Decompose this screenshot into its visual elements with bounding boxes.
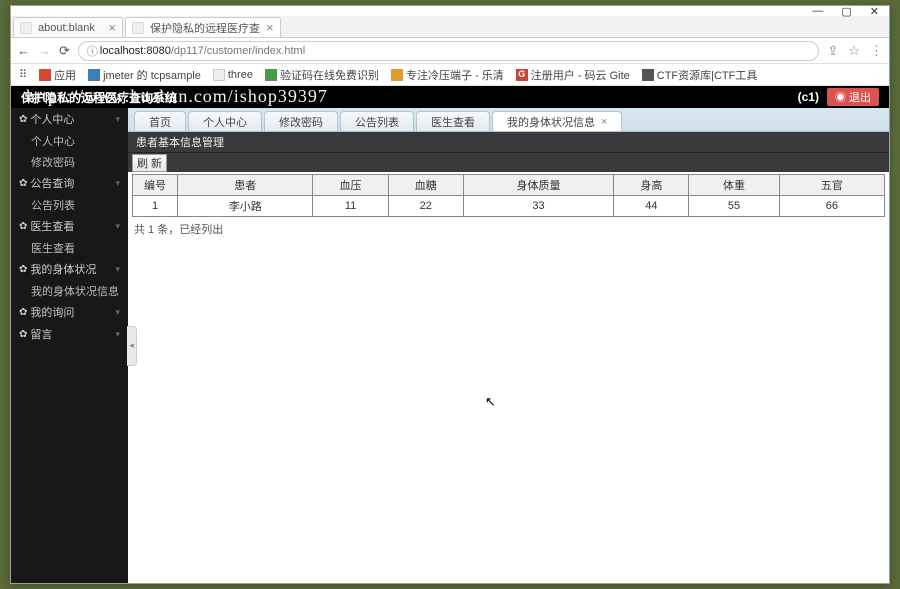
share-icon[interactable]: ⇪	[827, 43, 838, 59]
apps-icon[interactable]: ⠿	[19, 68, 27, 81]
page-icon	[132, 22, 144, 34]
sidebar-item[interactable]: 修改密码	[11, 151, 128, 172]
bookmark-item[interactable]: CTF资源库|CTF工具	[642, 67, 758, 83]
star-icon[interactable]: ☆	[848, 43, 860, 59]
link-icon: ✿	[19, 264, 27, 275]
table-cell: 55	[689, 196, 779, 217]
content-tab[interactable]: 医生查看	[416, 111, 490, 131]
content-tab[interactable]: 我的身体状况信息×	[492, 111, 622, 131]
bookmark-icon	[39, 69, 51, 81]
table-header: 体重	[689, 175, 779, 196]
browser-tab[interactable]: about:blank ×	[13, 17, 123, 37]
bookmark-icon: G	[516, 69, 528, 81]
bookmark-item[interactable]: 验证码在线免费识别	[265, 67, 379, 83]
table-header: 身高	[614, 175, 689, 196]
table-footer: 共 1 条，已经列出	[128, 217, 889, 241]
refresh-button[interactable]: 刷 新	[132, 154, 167, 172]
app-header: 保护隐私的远程医疗查询系统 https://www.huzhan.com/ish…	[11, 86, 889, 108]
back-icon[interactable]: ←	[17, 43, 30, 58]
sidebar-category[interactable]: ✿我的询问▾	[11, 301, 128, 323]
bookmark-item[interactable]: three	[213, 69, 253, 81]
info-icon: ⓘ	[87, 43, 98, 59]
table-header: 编号	[133, 175, 178, 196]
content-tab[interactable]: 修改密码	[264, 111, 338, 131]
chevron-down-icon: ▾	[115, 114, 120, 125]
address-bar[interactable]: ⓘ localhost:8080/dp117/customer/index.ht…	[78, 41, 820, 61]
close-icon[interactable]: ×	[108, 20, 116, 35]
app-title: 保护隐私的远程医疗查询系统	[21, 89, 177, 106]
sidebar-item[interactable]: 个人中心	[11, 130, 128, 151]
sidebar-collapse-handle[interactable]: ◂	[127, 326, 137, 366]
forward-icon[interactable]: →	[38, 43, 51, 58]
table-header: 血压	[313, 175, 388, 196]
sidebar-category[interactable]: ✿公告查询▾	[11, 172, 128, 194]
sidebar-category[interactable]: ✿医生查看▾	[11, 215, 128, 237]
bookmark-icon	[88, 69, 100, 81]
chevron-down-icon: ▾	[115, 307, 120, 318]
bookmark-icon	[265, 69, 277, 81]
link-icon: ✿	[19, 307, 27, 318]
table-cell: 44	[614, 196, 689, 217]
content-tab[interactable]: 个人中心	[188, 111, 262, 131]
link-icon: ✿	[19, 114, 27, 125]
tab-title: 保护隐私的远程医疗查	[150, 20, 260, 36]
link-icon: ✿	[19, 178, 27, 189]
data-table: 编号患者血压血糖身体质量身高体重五官 1李小路112233445566	[132, 174, 885, 217]
menu-icon[interactable]: ⋮	[870, 43, 883, 59]
url-host: localhost:8080	[100, 45, 171, 57]
content-tabs: 首页个人中心修改密码公告列表医生查看我的身体状况信息×	[128, 108, 889, 132]
sidebar: ✿个人中心▾个人中心修改密码✿公告查询▾公告列表✿医生查看▾医生查看✿我的身体状…	[11, 108, 128, 583]
page-icon	[20, 22, 32, 34]
chevron-down-icon: ▾	[115, 264, 120, 275]
table-row[interactable]: 1李小路112233445566	[133, 196, 885, 217]
table-header: 血糖	[388, 175, 463, 196]
sidebar-item[interactable]: 我的身体状况信息	[11, 280, 128, 301]
sidebar-item[interactable]: 公告列表	[11, 194, 128, 215]
user-badge: (c1)	[798, 90, 819, 104]
bookmarks-bar: ⠿ 应用 jmeter 的 tcpsample three 验证码在线免费识别 …	[11, 64, 889, 86]
bookmark-item[interactable]: 应用	[39, 67, 76, 83]
content-tab[interactable]: 首页	[134, 111, 186, 131]
table-header: 五官	[779, 175, 884, 196]
bookmark-icon	[642, 69, 654, 81]
reload-icon[interactable]: ⟳	[59, 43, 70, 59]
chevron-down-icon: ▾	[115, 178, 120, 189]
maximize-icon[interactable]: ▢	[841, 5, 851, 18]
bookmark-item[interactable]: 专注冷压端子 - 乐清	[391, 67, 504, 83]
minimize-icon[interactable]: —	[812, 5, 823, 18]
browser-tab[interactable]: 保护隐私的远程医疗查 ×	[125, 17, 281, 37]
browser-tab-strip: about:blank × 保护隐私的远程医疗查 ×	[11, 16, 889, 38]
table-header: 身体质量	[463, 175, 613, 196]
sidebar-category[interactable]: ✿留言▾	[11, 323, 128, 345]
logout-button[interactable]: ◉ 退出	[827, 88, 879, 106]
bookmark-item[interactable]: G注册用户 - 码云 Gite	[516, 67, 630, 83]
link-icon: ✿	[19, 329, 27, 340]
table-cell: 66	[779, 196, 884, 217]
bookmark-icon	[213, 69, 225, 81]
content-tab[interactable]: 公告列表	[340, 111, 414, 131]
tab-title: about:blank	[38, 22, 95, 34]
close-icon[interactable]: ×	[266, 20, 274, 35]
table-cell: 33	[463, 196, 613, 217]
toolbar: 刷 新	[128, 152, 889, 172]
chevron-down-icon: ▾	[115, 221, 120, 232]
table-cell: 11	[313, 196, 388, 217]
bookmark-icon	[391, 69, 403, 81]
panel-title: 患者基本信息管理	[128, 132, 889, 152]
sidebar-category[interactable]: ✿我的身体状况▾	[11, 258, 128, 280]
cursor-icon: ↖	[485, 394, 496, 410]
close-icon[interactable]: ×	[601, 116, 607, 128]
table-header: 患者	[178, 175, 313, 196]
table-cell: 1	[133, 196, 178, 217]
sidebar-item[interactable]: 医生查看	[11, 237, 128, 258]
chevron-down-icon: ▾	[115, 329, 120, 340]
link-icon: ✿	[19, 221, 27, 232]
table-cell: 李小路	[178, 196, 313, 217]
bookmark-item[interactable]: jmeter 的 tcpsample	[88, 67, 201, 83]
close-icon[interactable]: ✕	[870, 5, 879, 18]
sidebar-category[interactable]: ✿个人中心▾	[11, 108, 128, 130]
table-cell: 22	[388, 196, 463, 217]
url-path: /dp117/customer/index.html	[171, 45, 305, 57]
